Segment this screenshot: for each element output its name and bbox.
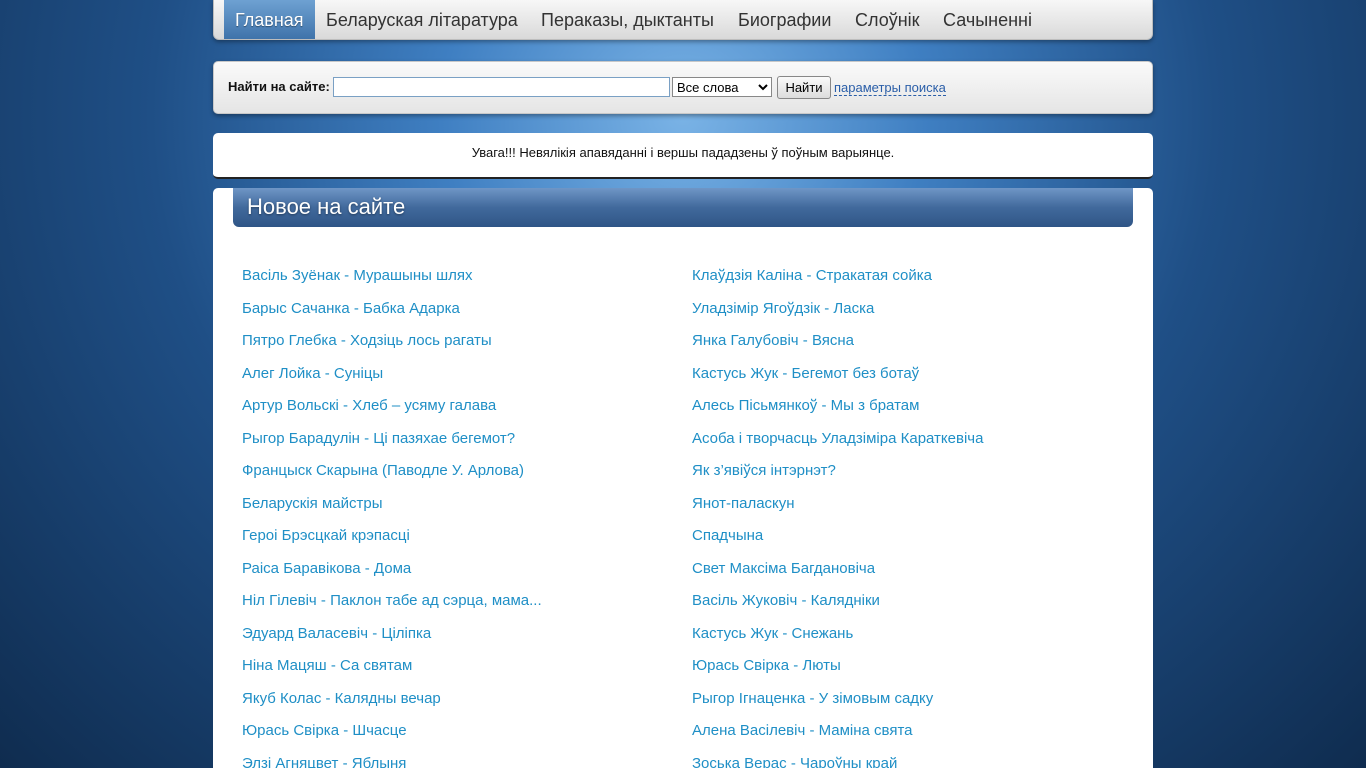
notice-text: Увага!!! Невялікія апавяданні і вершы па…: [471, 145, 895, 160]
article-link[interactable]: Алена Васілевіч - Маміна свята: [692, 722, 983, 755]
article-link[interactable]: Васіль Зуёнак - Мурашыны шлях: [242, 267, 542, 300]
article-link[interactable]: Уладзімір Ягоўдзік - Ласка: [692, 300, 983, 333]
nav-item-dictations[interactable]: Пераказы, дыктанты: [530, 0, 725, 39]
search-mode-select[interactable]: Все слова: [672, 77, 772, 97]
right-link-column: Клаўдзія Каліна - Стракатая сойка Уладзім…: [692, 267, 983, 768]
nav-item-belarusian-literature[interactable]: Беларуская літаратура: [315, 0, 529, 39]
article-link[interactable]: Асоба і творчасць Уладзіміра Караткевіча: [692, 430, 983, 463]
search-params-link[interactable]: параметры поиска: [834, 80, 946, 96]
article-link[interactable]: Янка Галубовіч - Вясна: [692, 332, 983, 365]
article-link[interactable]: Якуб Колас - Калядны вечар: [242, 690, 542, 723]
article-link[interactable]: Ніл Гілевіч - Паклон табе ад сэрца, мама…: [242, 592, 542, 625]
article-link[interactable]: Барыс Сачанка - Бабка Адарка: [242, 300, 542, 333]
article-link[interactable]: Рыгор Ігнаценка - У зімовым садку: [692, 690, 983, 723]
article-link[interactable]: Кастусь Жук - Бегемот без ботаў: [692, 365, 983, 398]
search-panel: Найти на сайте: Все слова Найти параметр…: [213, 61, 1153, 114]
notice-banner: Увага!!! Невялікія апавяданні і вершы па…: [213, 133, 1153, 179]
article-link[interactable]: Эдуард Валасевіч - Ціліпка: [242, 625, 542, 658]
article-link[interactable]: Клаўдзія Каліна - Стракатая сойка: [692, 267, 983, 300]
article-link[interactable]: Элзі Агняцвет - Яблыня: [242, 755, 542, 768]
article-link[interactable]: Юрась Свірка - Шчасце: [242, 722, 542, 755]
article-link[interactable]: Свет Максіма Багдановіча: [692, 560, 983, 593]
article-link[interactable]: Кастусь Жук - Снежань: [692, 625, 983, 658]
search-input[interactable]: [333, 77, 670, 97]
article-link[interactable]: Алег Лойка - Суніцы: [242, 365, 542, 398]
nav-item-home[interactable]: Главная: [224, 0, 315, 39]
article-link[interactable]: Юрась Свірка - Люты: [692, 657, 983, 690]
article-link[interactable]: Васіль Жуковіч - Калядніки: [692, 592, 983, 625]
article-link[interactable]: Як з’явіўся інтэрнэт?: [692, 462, 983, 495]
search-button[interactable]: Найти: [777, 76, 831, 99]
main-content: Новое на сайте Васіль Зуёнак - Мурашыны …: [213, 188, 1153, 768]
nav-item-dictionary[interactable]: Слоўнік: [844, 0, 931, 39]
section-title: Новое на сайте: [247, 194, 406, 219]
article-link[interactable]: Пятро Глебка - Ходзіць лось рагаты: [242, 332, 542, 365]
article-link[interactable]: Артур Вольскі - Хлеб – усяму галава: [242, 397, 542, 430]
nav-item-biographies[interactable]: Биографии: [727, 0, 842, 39]
article-link[interactable]: Францыск Скарына (Паводле У. Арлова): [242, 462, 542, 495]
article-link[interactable]: Зоська Верас - Чароўны край: [692, 755, 983, 768]
article-link[interactable]: Раіса Баравікова - Дома: [242, 560, 542, 593]
article-link[interactable]: Беларускія майстры: [242, 495, 542, 528]
top-nav: Главная Беларуская літаратура Пераказы, …: [213, 0, 1153, 40]
article-link[interactable]: Ніна Мацяш - Са святам: [242, 657, 542, 690]
search-label: Найти на сайте:: [228, 79, 330, 94]
article-link[interactable]: Героі Брэсцкай крэпасці: [242, 527, 542, 560]
article-link[interactable]: Алесь Пісьмянкоў - Мы з братам: [692, 397, 983, 430]
article-link[interactable]: Спадчына: [692, 527, 983, 560]
article-link[interactable]: Янот-паласкун: [692, 495, 983, 528]
left-link-column: Васіль Зуёнак - Мурашыны шлях Барыс Сачан…: [242, 267, 542, 768]
section-header: Новое на сайте: [233, 188, 1133, 227]
article-link[interactable]: Рыгор Барадулін - Ці пазяхае бегемот?: [242, 430, 542, 463]
nav-item-essays[interactable]: Сачыненні: [932, 0, 1043, 39]
